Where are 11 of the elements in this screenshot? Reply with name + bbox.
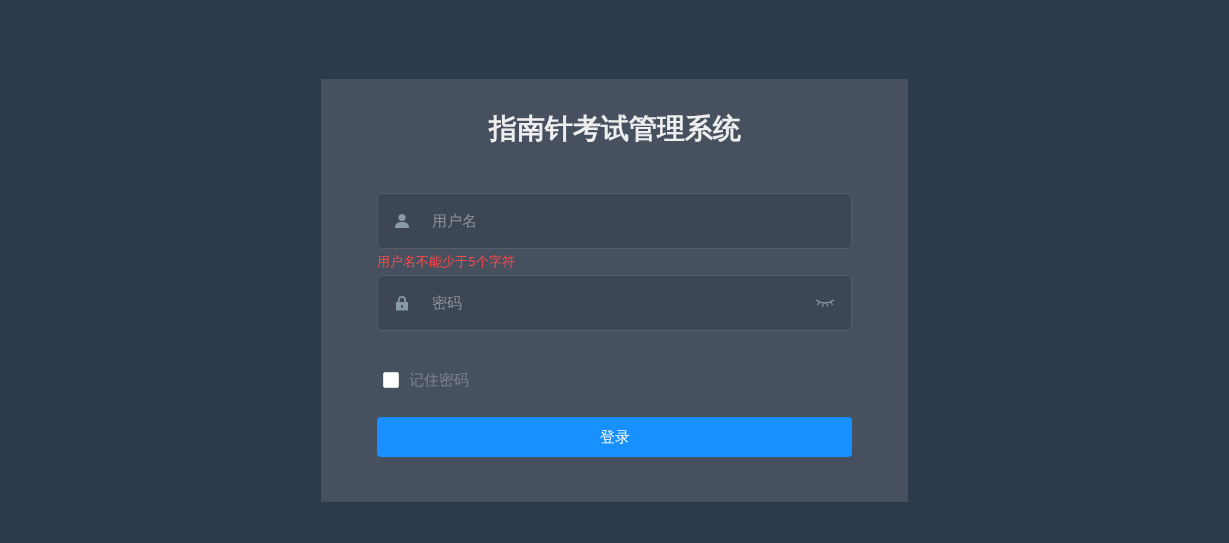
text-field[interactable]: 用户名 (377, 193, 852, 249)
user-icon (394, 213, 410, 229)
login-button[interactable]: 登录 (377, 417, 852, 457)
login-title: 指南针考试管理系统 (487, 111, 742, 147)
input-field[interactable]: 用户名 (430, 211, 835, 231)
closed-eye-icon[interactable] (815, 298, 835, 308)
error-message: 用户名不能少于5个字符 (377, 253, 515, 271)
input-field[interactable]: 密码 (430, 293, 815, 313)
text-field[interactable]: 密码 (377, 275, 852, 331)
checkbox[interactable] (383, 372, 399, 388)
lock-icon (394, 295, 410, 311)
